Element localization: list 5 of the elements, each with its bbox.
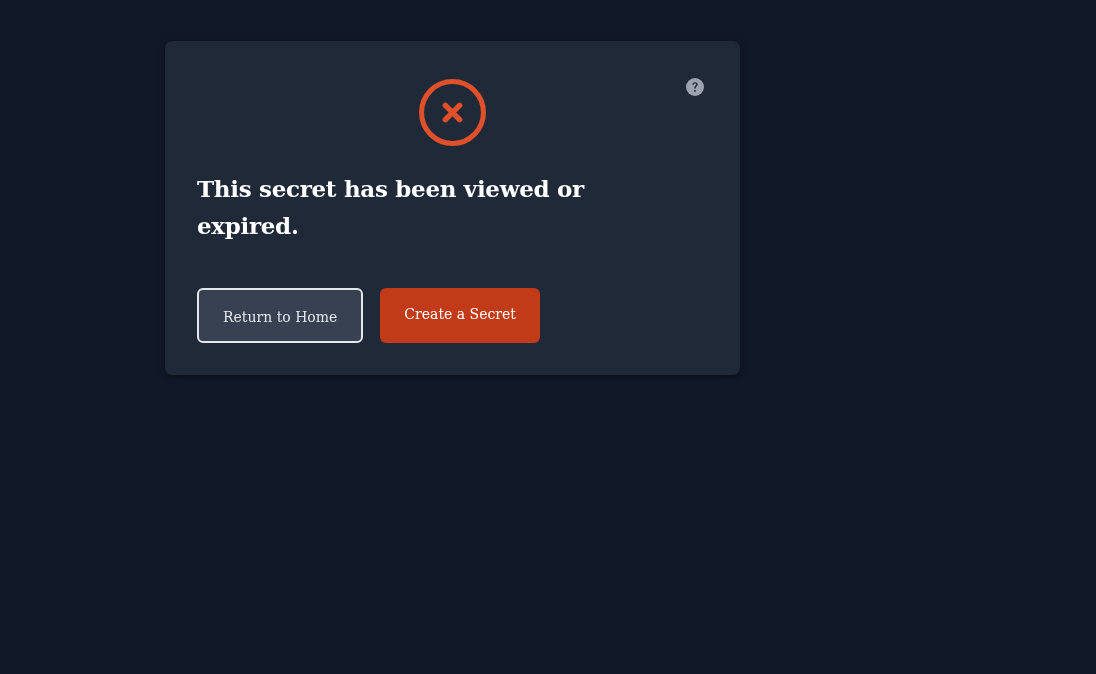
error-x-circle-icon: [418, 79, 486, 146]
create-secret-button[interactable]: Create a Secret: [380, 288, 540, 343]
status-heading: This secret has been viewed or expired.: [197, 174, 586, 241]
return-home-button[interactable]: Return to Home: [197, 288, 364, 343]
help-icon[interactable]: [686, 78, 704, 96]
